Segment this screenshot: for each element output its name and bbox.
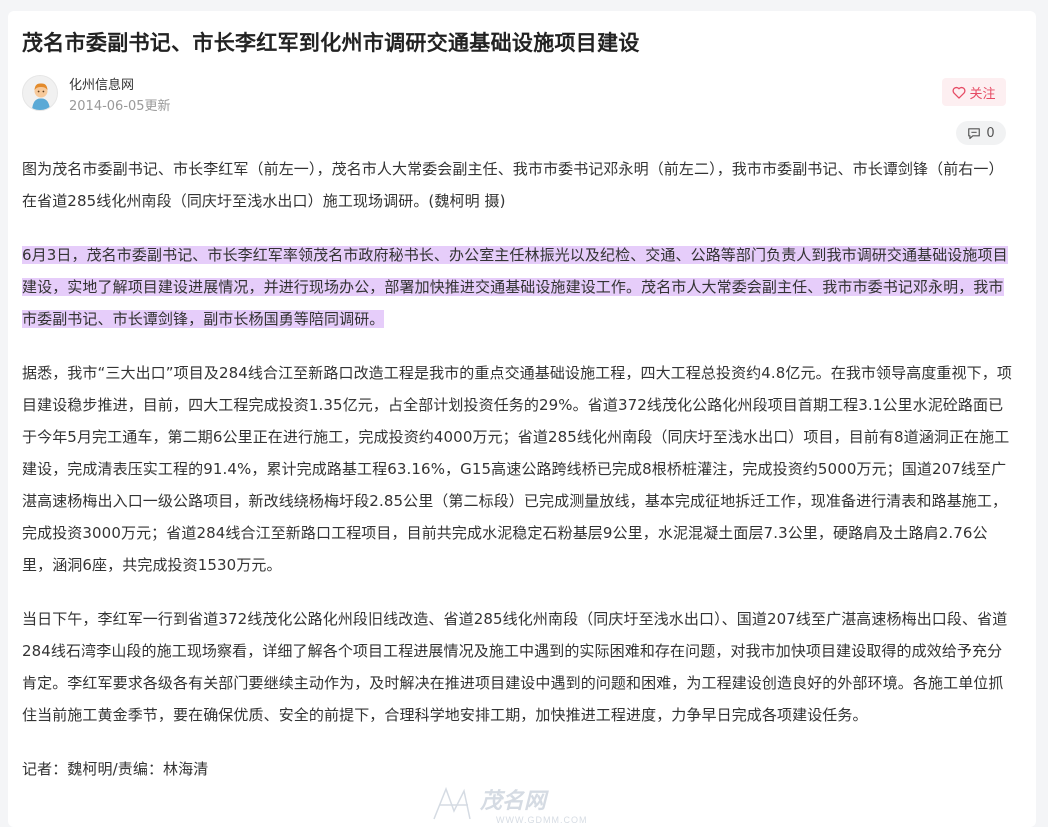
avatar[interactable] [22,75,58,111]
watermark-brand: 茂名网 [479,788,549,813]
follow-button[interactable]: 关注 [942,78,1006,106]
update-time: 2014-06-05更新 [69,99,171,114]
article-body: 图为茂名市委副书记、市长李红军（前左一），茂名市人大常委会副主任、我市市委书记邓… [22,153,1012,785]
comment-button[interactable]: 0 [956,121,1006,145]
watermark-logo: 茂名网 WWW.GDMM.COM [433,786,587,825]
author-name[interactable]: 化州信息网 [69,74,134,93]
follow-label: 关注 [969,86,996,102]
article-paragraph: 据悉，我市“三大出口”项目及284线合江至新路口改造工程是我市的重点交通基础设施… [22,364,1012,574]
avatar-image [32,83,50,110]
photo-caption: 图为茂名市委副书记、市长李红军（前左一），茂名市人大常委会副主任、我市市委书记邓… [22,160,1004,210]
article-paragraph: 当日下午，李红军一行到省道372线茂化公路化州段旧线改造、省道285线化州南段（… [22,610,1008,724]
comment-icon [968,127,981,139]
article-card: 茂名市委副书记、市长李红军到化州市调研交通基础设施项目建设 化州信息网 2014… [8,11,1036,827]
watermark-url: WWW.GDMM.COM [496,815,587,825]
heart-icon [953,86,966,99]
comment-count: 0 [986,125,995,141]
selected-text: 6月3日，茂名市委副书记、市长李红军率领茂名市政府秘书长、办公室主任林振光以及纪… [22,246,1008,328]
article-paragraph-highlighted: 6月3日，茂名市委副书记、市长李红军率领茂名市政府秘书长、办公室主任林振光以及纪… [22,239,1012,335]
page-title: 茂名市委副书记、市长李红军到化州市调研交通基础设施项目建设 [22,31,640,55]
